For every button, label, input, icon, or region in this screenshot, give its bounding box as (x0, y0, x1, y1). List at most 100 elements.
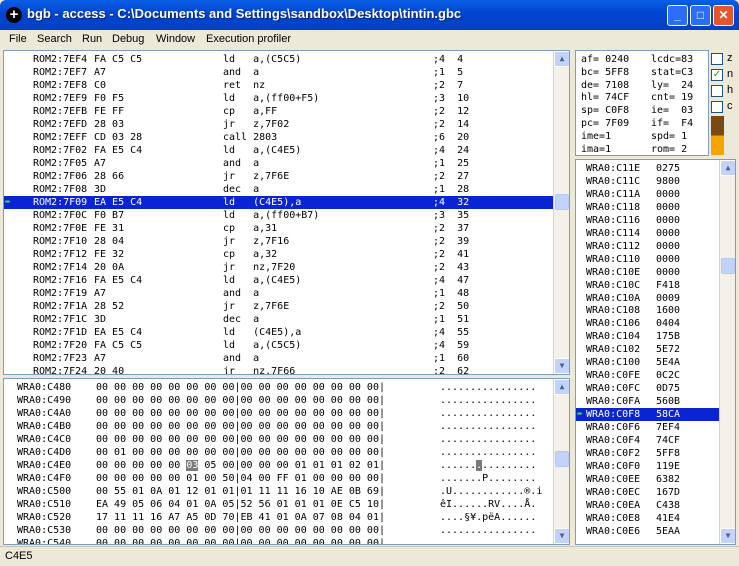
disasm-row[interactable]: ROM2:7F1A 28 52 jr z,7F6E ;2 50 (4, 300, 553, 313)
register-value[interactable]: bc= 5FF8 (581, 66, 629, 79)
disasm-row[interactable]: ROM2:7EF8 C0 ret nz ;2 7 (4, 79, 553, 92)
memory-row[interactable]: WRA0:C4B0 00 00 00 00 00 00 00 00|00 00 0… (4, 420, 553, 433)
stack-row[interactable]: WRA0:C10A 0009 (576, 292, 719, 305)
register-value[interactable]: cnt= 19 (651, 91, 693, 104)
register-value[interactable]: af= 0240 (581, 53, 629, 66)
disasm-row[interactable]: ROM2:7F08 3D dec a ;1 28 (4, 183, 553, 196)
stack-row[interactable]: WRA0:C104 175B (576, 330, 719, 343)
stack-row[interactable]: WRA0:C108 1600 (576, 304, 719, 317)
menu-file[interactable]: File (9, 33, 27, 45)
memory-row[interactable]: WRA0:C4E0 00 00 00 00 00 03 05 00|00 00 0… (4, 459, 553, 472)
stack-row[interactable]: WRA0:C10E 0000 (576, 266, 719, 279)
register-value[interactable]: ie= 03 (651, 104, 693, 117)
stack-row[interactable]: WRA0:C0F2 5FF8 (576, 447, 719, 460)
disassembly-pane[interactable]: ROM2:7EF4 FA C5 C5 ld a,(C5C5) ;4 4 ROM2:7EF… (3, 50, 570, 375)
scroll-down-arrow-icon[interactable]: ▼ (554, 528, 569, 544)
stack-row[interactable]: WRA0:C0F4 74CF (576, 434, 719, 447)
register-value[interactable]: if= F4 (651, 117, 693, 130)
disassembly-scrollbar[interactable]: ▲ ▼ (553, 51, 569, 374)
register-value[interactable]: spd= 1 (651, 130, 687, 143)
memory-row[interactable]: WRA0:C530 00 00 00 00 00 00 00 00|00 00 0… (4, 524, 553, 537)
scroll-up-arrow-icon[interactable]: ▲ (554, 379, 569, 395)
register-value[interactable]: hl= 74CF (581, 91, 629, 104)
register-value[interactable]: rom= 2 (651, 143, 687, 155)
disasm-row[interactable]: ROM2:7EF7 A7 and a ;1 5 (4, 66, 553, 79)
disasm-row[interactable]: ROM2:7EF4 FA C5 C5 ld a,(C5C5) ;4 4 (4, 53, 553, 66)
memory-row[interactable]: WRA0:C4A0 00 00 00 00 00 00 00 00|00 00 0… (4, 407, 553, 420)
register-value[interactable]: ima=1 (581, 143, 611, 155)
disasm-row[interactable]: ROM2:7EFD 28 03 jr z,7F02 ;2 14 (4, 118, 553, 131)
flag-n-checkbox[interactable]: ✓ (711, 69, 723, 81)
stack-row[interactable]: WRA0:C0E8 41E4 (576, 512, 719, 525)
stack-row[interactable]: WRA0:C0FA 560B (576, 395, 719, 408)
close-button[interactable]: ✕ (713, 5, 734, 26)
disasm-row[interactable]: ROM2:7EFF CD 03 28 call 2803 ;6 20 (4, 131, 553, 144)
register-value[interactable]: ly= 24 (651, 79, 693, 92)
minimize-button[interactable]: _ (667, 5, 688, 26)
crosshair-icon[interactable]: + (6, 7, 22, 23)
disasm-row[interactable]: ROM2:7F06 28 66 jr z,7F6E ;2 27 (4, 170, 553, 183)
stack-row[interactable]: WRA0:C0EE 6382 (576, 473, 719, 486)
scroll-up-arrow-icon[interactable]: ▲ (720, 160, 735, 176)
memory-pane[interactable]: WRA0:C480 00 00 00 00 00 00 00 00|00 00 0… (3, 378, 570, 545)
disasm-row[interactable]: ROM2:7F0C F0 B7 ld a,(ff00+B7) ;3 35 (4, 209, 553, 222)
disasm-row[interactable]: ROM2:7F0E FE 31 cp a,31 ;2 37 (4, 222, 553, 235)
memory-row[interactable]: WRA0:C500 00 55 01 0A 01 12 01 01|01 11 1… (4, 485, 553, 498)
stack-row[interactable]: WRA0:C11A 0000 (576, 188, 719, 201)
stack-row[interactable]: WRA0:C0F6 7EF4 (576, 421, 719, 434)
stack-row[interactable]: WRA0:C0FE 0C2C (576, 369, 719, 382)
stack-row[interactable]: WRA0:C100 5E4A (576, 356, 719, 369)
stack-row[interactable]: WRA0:C11E 0275 (576, 162, 719, 175)
stack-row[interactable]: WRA0:C118 0000 (576, 201, 719, 214)
flag-h-checkbox[interactable] (711, 85, 723, 97)
menu-run[interactable]: Run (82, 33, 102, 45)
menu-debug[interactable]: Debug (112, 33, 144, 45)
disasm-row[interactable]: ROM2:7F19 A7 and a ;1 48 (4, 287, 553, 300)
stack-scrollbar[interactable]: ▲ ▼ (719, 160, 735, 544)
memory-scrollbar[interactable]: ▲ ▼ (553, 379, 569, 544)
disasm-row[interactable]: ROM2:7F10 28 04 jr z,7F16 ;2 39 (4, 235, 553, 248)
memory-row[interactable]: WRA0:C490 00 00 00 00 00 00 00 00|00 00 0… (4, 394, 553, 407)
flag-z-checkbox[interactable] (711, 53, 723, 65)
register-value[interactable]: stat=C3 (651, 66, 693, 79)
register-value[interactable]: sp= C0F8 (581, 104, 629, 117)
scroll-up-arrow-icon[interactable]: ▲ (554, 51, 569, 67)
stack-row[interactable]: WRA0:C0EA C438 (576, 499, 719, 512)
memory-row[interactable]: WRA0:C4C0 00 00 00 00 00 00 00 00|00 00 0… (4, 433, 553, 446)
stack-row[interactable]: WRA0:C0F0 119E (576, 460, 719, 473)
scroll-thumb[interactable] (555, 451, 569, 467)
disasm-row[interactable]: ➨ ROM2:7F09 EA E5 C4 ld (C4E5),a ;4 32 (4, 196, 553, 209)
menu-search[interactable]: Search (37, 33, 72, 45)
stack-row[interactable]: WRA0:C112 0000 (576, 240, 719, 253)
disasm-row[interactable]: ROM2:7F23 A7 and a ;1 60 (4, 352, 553, 365)
disasm-row[interactable]: ROM2:7EF9 F0 F5 ld a,(ff00+F5) ;3 10 (4, 92, 553, 105)
memory-row[interactable]: WRA0:C540 00 00 00 00 00 00 00 00|00 00 0… (4, 537, 553, 544)
stack-row[interactable]: WRA0:C102 5E72 (576, 343, 719, 356)
stack-pane[interactable]: WRA0:C11E 0275 WRA0:C11C 9800 WRA0:C11A 0000 W… (575, 159, 736, 545)
disasm-row[interactable]: ROM2:7F14 20 0A jr nz,7F20 ;2 43 (4, 261, 553, 274)
disasm-row[interactable]: ROM2:7F05 A7 and a ;1 25 (4, 157, 553, 170)
stack-row[interactable]: WRA0:C11C 9800 (576, 175, 719, 188)
disasm-row[interactable]: ROM2:7F12 FE 32 cp a,32 ;2 41 (4, 248, 553, 261)
stack-row[interactable]: WRA0:C110 0000 (576, 253, 719, 266)
stack-row[interactable]: WRA0:C0E6 5EAA (576, 525, 719, 538)
disasm-row[interactable]: ROM2:7EFB FE FF cp a,FF ;2 12 (4, 105, 553, 118)
menu-execution-profiler[interactable]: Execution profiler (206, 33, 291, 45)
register-value[interactable]: de= 7108 (581, 79, 629, 92)
maximize-button[interactable]: □ (690, 5, 711, 26)
stack-row[interactable]: WRA0:C116 0000 (576, 214, 719, 227)
disasm-row[interactable]: ROM2:7F02 FA E5 C4 ld a,(C4E5) ;4 24 (4, 144, 553, 157)
stack-row[interactable]: WRA0:C114 0000 (576, 227, 719, 240)
flag-c-checkbox[interactable] (711, 101, 723, 113)
disasm-row[interactable]: ROM2:7F1C 3D dec a ;1 51 (4, 313, 553, 326)
disasm-row[interactable]: ROM2:7F24 20 40 jr nz,7F66 ;2 62 (4, 365, 553, 374)
disasm-row[interactable]: ROM2:7F1D EA E5 C4 ld (C4E5),a ;4 55 (4, 326, 553, 339)
scroll-down-arrow-icon[interactable]: ▼ (554, 358, 569, 374)
scroll-thumb[interactable] (555, 194, 569, 210)
stack-row[interactable]: WRA0:C0FC 0D75 (576, 382, 719, 395)
memory-row[interactable]: WRA0:C4D0 00 01 00 00 00 00 00 00|00 00 0… (4, 446, 553, 459)
memory-row[interactable]: WRA0:C510 EA 49 05 06 04 01 0A 05|52 56 0… (4, 498, 553, 511)
register-value[interactable]: pc= 7F09 (581, 117, 629, 130)
stack-row[interactable]: ➨ WRA0:C0F8 58CA (576, 408, 719, 422)
registers-pane[interactable]: af= 0240 lcdc=83 bc= 5FF8 stat=C3 de= 7108 ly… (575, 50, 709, 156)
